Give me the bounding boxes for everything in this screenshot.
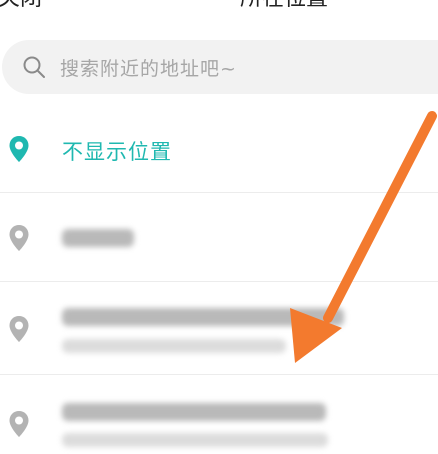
header-bar: 关闭 所在位置 — [0, 0, 438, 22]
search-input[interactable]: 搜索附近的地址吧~ — [60, 54, 237, 81]
location-item-label: 不显示位置 — [62, 140, 172, 164]
location-item-hide[interactable]: 不显示位置 — [0, 104, 438, 193]
location-item[interactable] — [0, 193, 438, 282]
search-bar[interactable]: 搜索附近的地址吧~ — [2, 40, 438, 94]
search-icon — [23, 56, 45, 78]
location-pin-icon — [9, 411, 29, 437]
close-button[interactable]: 关闭 — [0, 0, 42, 12]
location-pin-icon — [9, 225, 29, 251]
location-pin-icon — [9, 136, 29, 162]
location-item[interactable] — [0, 375, 438, 454]
obscured-location-name — [62, 229, 134, 247]
location-pin-icon — [9, 316, 29, 342]
obscured-location-address — [62, 339, 286, 353]
obscured-location-name — [62, 308, 344, 326]
location-item[interactable] — [0, 282, 438, 375]
page-title: 所在位置 — [240, 0, 328, 12]
obscured-location-address — [62, 433, 328, 447]
obscured-location-name — [62, 403, 326, 421]
